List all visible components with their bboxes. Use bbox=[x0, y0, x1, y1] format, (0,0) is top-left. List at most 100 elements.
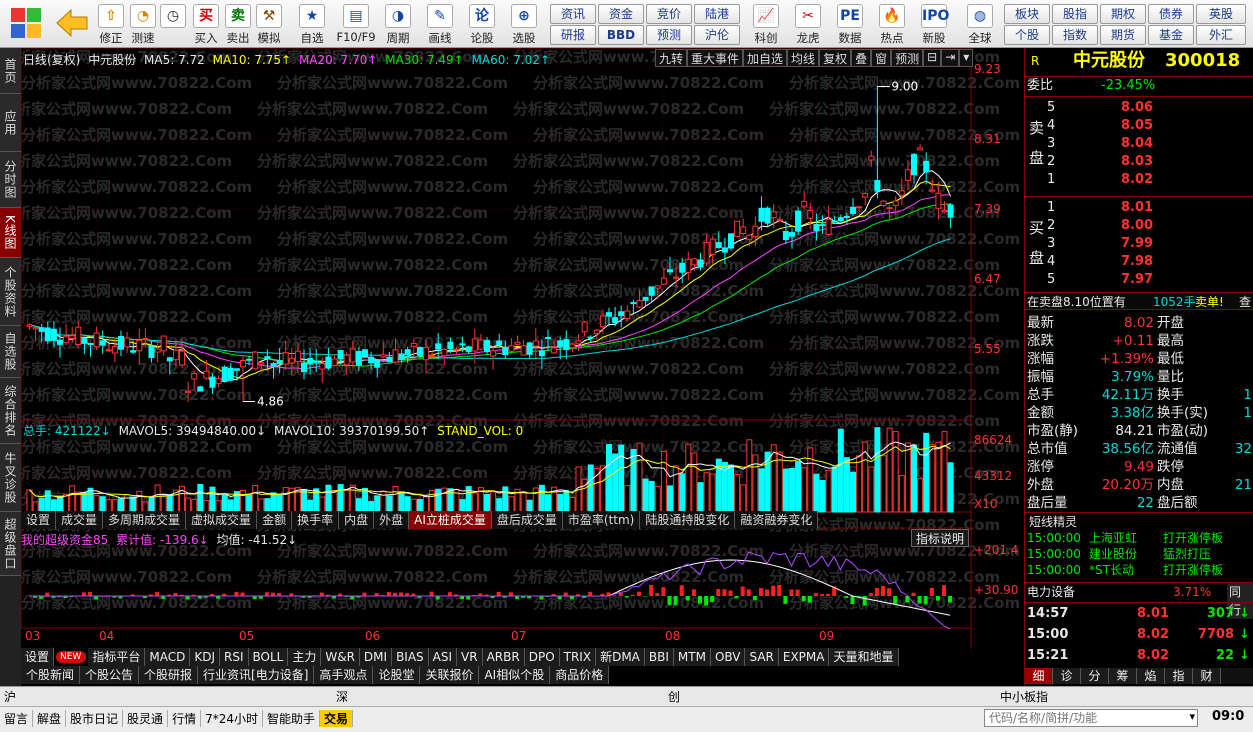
candle-body[interactable] bbox=[325, 356, 332, 369]
candle-body[interactable] bbox=[465, 346, 472, 353]
indicator-tab[interactable]: MACD bbox=[145, 648, 191, 666]
sector-button[interactable]: 板块 bbox=[1004, 4, 1050, 24]
volume-bar[interactable] bbox=[38, 497, 45, 513]
exit-icon[interactable]: ⇥ bbox=[941, 49, 960, 67]
volume-bar[interactable] bbox=[75, 491, 82, 513]
candle-body[interactable] bbox=[490, 350, 497, 357]
candle-body[interactable] bbox=[191, 373, 198, 380]
volume-bar[interactable] bbox=[355, 498, 362, 513]
candle-body[interactable] bbox=[654, 285, 661, 289]
candle-body[interactable] bbox=[374, 359, 381, 368]
candle-body[interactable] bbox=[99, 340, 106, 346]
candle-body[interactable] bbox=[935, 192, 942, 209]
indicator-tab[interactable]: W&R bbox=[321, 648, 360, 666]
indicator-tab[interactable]: RSI bbox=[220, 648, 249, 666]
sell-level-row[interactable]: 4 8.05 bbox=[1025, 117, 1253, 135]
volume-bar[interactable] bbox=[26, 489, 33, 513]
volume-bar[interactable] bbox=[612, 453, 619, 513]
candle-body[interactable] bbox=[532, 340, 539, 347]
volume-bar[interactable] bbox=[484, 493, 490, 513]
predict-button[interactable]: 预测 bbox=[891, 49, 924, 67]
candle-body[interactable] bbox=[831, 220, 838, 223]
indicator-tab[interactable]: OBV bbox=[710, 648, 746, 666]
candle-body[interactable] bbox=[441, 348, 448, 357]
candle-body[interactable] bbox=[587, 336, 594, 339]
major-events-button[interactable]: 重大事件 bbox=[687, 49, 744, 67]
candle-body[interactable] bbox=[606, 312, 612, 317]
candle-body[interactable] bbox=[618, 311, 625, 317]
candle-body[interactable] bbox=[331, 358, 338, 366]
new-badge[interactable]: NEW bbox=[56, 651, 87, 663]
volume-bar[interactable] bbox=[496, 498, 503, 513]
dropdown-icon[interactable]: ▾ bbox=[959, 49, 974, 67]
candle-body[interactable] bbox=[349, 348, 356, 363]
candle-body[interactable] bbox=[301, 362, 307, 373]
candle-body[interactable] bbox=[118, 335, 124, 350]
volume-tab[interactable]: 换手率 bbox=[292, 511, 340, 529]
volume-bar[interactable] bbox=[343, 489, 350, 513]
speed-test-button[interactable]: ◔ 测速 bbox=[128, 2, 158, 46]
buy-level-row[interactable]: 2 8.00 bbox=[1025, 217, 1253, 235]
candle-body[interactable] bbox=[221, 366, 228, 382]
candle-body[interactable] bbox=[44, 327, 51, 342]
period-label[interactable]: 日线(复权) bbox=[23, 53, 80, 67]
news-button[interactable]: 资讯 bbox=[550, 4, 596, 24]
candle-body[interactable] bbox=[911, 153, 917, 176]
capital-button[interactable]: 资金 bbox=[598, 4, 644, 24]
candle-body[interactable] bbox=[50, 328, 57, 341]
volume-tab[interactable]: 内盘 bbox=[339, 511, 375, 529]
indicator-tab[interactable]: MTM bbox=[673, 648, 711, 666]
candle-body[interactable] bbox=[526, 342, 533, 355]
candle-body[interactable] bbox=[38, 327, 45, 332]
candle-body[interactable] bbox=[368, 356, 375, 364]
volume-bar[interactable] bbox=[386, 495, 393, 513]
up-button[interactable]: ⇧ 修正 bbox=[96, 2, 126, 46]
volume-bar[interactable] bbox=[667, 485, 673, 513]
volume-bar[interactable] bbox=[349, 484, 356, 513]
candle-body[interactable] bbox=[770, 211, 777, 219]
adjust-button[interactable]: 复权 bbox=[819, 49, 852, 67]
candle-body[interactable] bbox=[392, 349, 399, 363]
candle-body[interactable] bbox=[227, 367, 234, 381]
candle-body[interactable] bbox=[453, 348, 460, 351]
buy-level-row[interactable]: 5 7.97 bbox=[1025, 271, 1253, 289]
status-item[interactable]: 股灵通 bbox=[123, 709, 169, 727]
candle-body[interactable] bbox=[197, 386, 204, 392]
candle-body[interactable] bbox=[819, 224, 826, 227]
candle-body[interactable] bbox=[673, 276, 680, 279]
volume-bar[interactable] bbox=[538, 484, 545, 513]
candle-body[interactable] bbox=[124, 337, 131, 348]
volume-bar[interactable] bbox=[734, 473, 741, 513]
volume-bar[interactable] bbox=[886, 427, 893, 513]
indicator-tab[interactable]: BBI bbox=[644, 648, 674, 666]
status-item[interactable]: 股市日记 bbox=[66, 709, 124, 727]
candle-body[interactable] bbox=[850, 206, 856, 214]
candle-body[interactable] bbox=[837, 217, 844, 222]
panel-tab[interactable]: 诊 bbox=[1053, 668, 1081, 684]
candle-body[interactable] bbox=[691, 258, 698, 266]
volume-bar[interactable] bbox=[636, 442, 643, 513]
volume-tab[interactable]: 盘后成交量 bbox=[492, 511, 563, 529]
volume-bar[interactable] bbox=[557, 493, 564, 513]
short-item[interactable]: 15:00:00 *ST长动 打开涨停板 bbox=[1025, 562, 1253, 578]
candle-body[interactable] bbox=[929, 189, 936, 192]
indicator-tab[interactable]: BOLL bbox=[248, 648, 289, 666]
add-watchlist-button[interactable]: 加自选 bbox=[743, 49, 788, 67]
tab-super-level[interactable]: 超级盘口 bbox=[0, 512, 21, 576]
indicator-tab[interactable]: ASI bbox=[428, 648, 458, 666]
short-item[interactable]: 15:00:00 建业股份 猛烈打压 bbox=[1025, 546, 1253, 562]
candle-body[interactable] bbox=[508, 345, 515, 352]
volume-bar[interactable] bbox=[398, 491, 405, 513]
candle-body[interactable] bbox=[789, 232, 795, 237]
indicator-help-button[interactable]: 指标说明 bbox=[911, 529, 970, 547]
search-box[interactable]: ▾ bbox=[984, 709, 1198, 727]
panel-tab[interactable]: 分 bbox=[1081, 668, 1109, 684]
panel-tab[interactable]: 细 bbox=[1025, 668, 1053, 684]
candle-body[interactable] bbox=[142, 337, 149, 340]
volume-bar[interactable] bbox=[904, 442, 911, 513]
volume-bar[interactable] bbox=[130, 496, 137, 513]
volume-bar[interactable] bbox=[404, 496, 411, 513]
panel-tab[interactable]: 财 bbox=[1193, 668, 1221, 684]
volume-bar[interactable] bbox=[57, 495, 63, 513]
candle-body[interactable] bbox=[599, 315, 606, 328]
